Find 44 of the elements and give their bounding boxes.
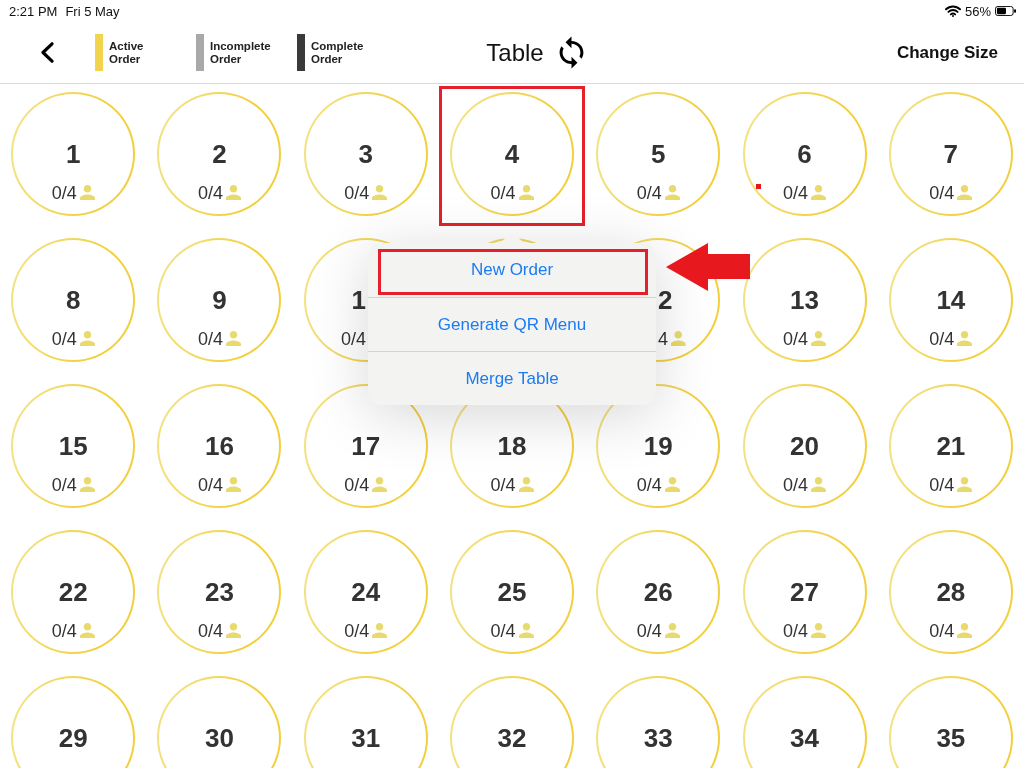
person-icon <box>664 477 680 492</box>
person-icon <box>79 331 95 346</box>
person-icon <box>79 185 95 200</box>
status-date: Fri 5 May <box>65 3 120 19</box>
menu-item[interactable]: Generate QR Menu <box>368 297 656 351</box>
menu-item[interactable]: Merge Table <box>368 351 656 405</box>
person-icon <box>811 623 827 638</box>
battery-icon <box>995 6 1016 16</box>
table-button[interactable]: 25 0/4 <box>450 530 574 654</box>
person-icon <box>811 477 827 492</box>
person-icon <box>518 185 534 200</box>
person-icon <box>79 623 95 638</box>
arrow-icon <box>666 243 750 291</box>
person-icon <box>372 185 388 200</box>
table-button[interactable]: 4 0/4 <box>450 92 574 216</box>
person-icon <box>372 477 388 492</box>
legend-label: Active Order <box>109 39 144 66</box>
person-icon <box>957 331 973 346</box>
change-size-button[interactable]: Change Size <box>896 38 998 67</box>
person-icon <box>225 185 241 200</box>
person-icon <box>811 185 827 200</box>
person-icon <box>664 623 680 638</box>
refresh-icon[interactable] <box>558 36 584 69</box>
person-icon <box>518 623 534 638</box>
person-icon <box>811 331 827 346</box>
person-icon <box>225 623 241 638</box>
person-icon <box>957 477 973 492</box>
person-icon <box>79 477 95 492</box>
person-icon <box>957 185 973 200</box>
person-icon <box>225 331 241 346</box>
wifi-icon <box>944 5 961 17</box>
chevron-left-icon <box>40 42 54 63</box>
legend-label: Incomplete Order <box>210 39 271 66</box>
person-icon <box>518 477 534 492</box>
person-icon <box>671 331 686 346</box>
page-title: Table <box>486 38 544 67</box>
status-time: 2:21 PM <box>9 3 58 19</box>
person-icon <box>372 623 388 638</box>
person-icon <box>664 185 680 200</box>
person-icon <box>957 623 973 638</box>
person-icon <box>225 477 241 492</box>
table-button[interactable]: 32 <box>450 676 574 768</box>
battery-percent: 56% <box>964 3 991 19</box>
legend-label: Complete Order <box>311 39 364 66</box>
